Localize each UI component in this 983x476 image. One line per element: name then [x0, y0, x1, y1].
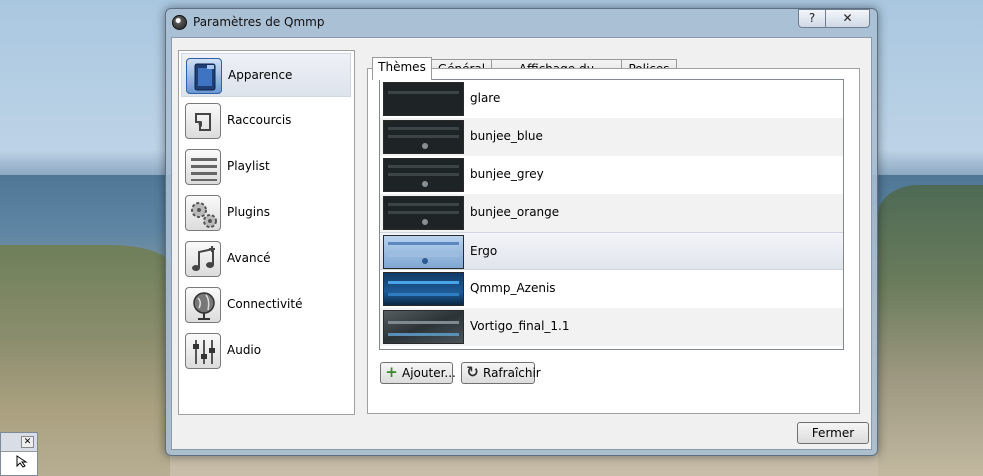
sidebar-item-label: Raccourcis	[227, 113, 292, 127]
theme-name: bunjee_orange	[470, 205, 560, 219]
sidebar-item-playlist[interactable]: Playlist	[181, 145, 351, 189]
theme-name: glare	[470, 91, 501, 105]
globe-icon	[185, 287, 221, 323]
add-theme-button[interactable]: + Ajouter...	[380, 362, 456, 384]
theme-preview-image	[383, 158, 464, 192]
theme-preview-image	[383, 272, 464, 306]
tab-themes[interactable]: Thèmes	[372, 57, 432, 80]
sidebar-item-avance[interactable]: Avancé	[181, 237, 351, 281]
theme-row-bunjee-orange[interactable]: bunjee_orange	[380, 194, 843, 232]
plugins-icon	[185, 195, 221, 231]
theme-name: Qmmp_Azenis	[470, 281, 556, 295]
help-button[interactable]: ?	[798, 9, 826, 28]
refresh-button[interactable]: ↻ Rafraîchir	[461, 362, 541, 384]
theme-preview-image	[383, 310, 464, 344]
fragment-close-button[interactable]: ✕	[21, 436, 34, 448]
sidebar-item-plugins[interactable]: Plugins	[181, 191, 351, 235]
theme-name: Ergo	[470, 244, 498, 258]
window-title: Paramètres de Qmmp	[193, 15, 325, 29]
title-bar[interactable]: Paramètres de Qmmp ? ✕	[166, 9, 877, 37]
settings-sidebar: Apparence Raccourcis Playlist Plugins Av…	[178, 50, 355, 415]
theme-preview-image	[383, 235, 464, 269]
plus-icon: +	[385, 363, 398, 381]
playlist-icon	[185, 149, 221, 185]
theme-row-bunjee-grey[interactable]: bunjee_grey	[380, 156, 843, 194]
cursor-icon	[16, 455, 28, 468]
theme-list[interactable]: glare bunjee_blue bunjee_grey bunjee_ora…	[379, 79, 844, 350]
fragment-body	[1, 451, 37, 475]
sidebar-item-label: Connectivité	[227, 297, 303, 311]
theme-preview-image	[383, 82, 464, 116]
dialog-client-area: Apparence Raccourcis Playlist Plugins Av…	[171, 37, 872, 450]
close-button[interactable]: Fermer	[797, 422, 869, 444]
sidebar-item-label: Audio	[227, 343, 262, 357]
theme-row-bunjee-blue[interactable]: bunjee_blue	[380, 118, 843, 156]
background-hill-right	[878, 185, 983, 476]
theme-name: Vortigo_final_1.1	[470, 319, 570, 333]
theme-row-ergo[interactable]: Ergo	[380, 232, 843, 270]
theme-row-vortigo[interactable]: Vortigo_final_1.1	[380, 308, 843, 346]
sidebar-item-label: Avancé	[227, 251, 271, 265]
background-window-fragment: ✕	[0, 432, 38, 476]
theme-row-glare[interactable]: glare	[380, 80, 843, 118]
advanced-icon	[185, 241, 221, 277]
sidebar-item-raccourcis[interactable]: Raccourcis	[181, 99, 351, 143]
theme-row-qmmp-azenis[interactable]: Qmmp_Azenis	[380, 270, 843, 308]
theme-preview-image	[383, 196, 464, 230]
equalizer-icon	[185, 333, 221, 369]
sidebar-item-audio[interactable]: Audio	[181, 329, 351, 373]
themes-panel: glare bunjee_blue bunjee_grey bunjee_ora…	[367, 68, 860, 414]
theme-preview-image	[383, 120, 464, 154]
settings-dialog: Paramètres de Qmmp ? ✕ Apparence Raccour…	[165, 8, 878, 456]
sidebar-item-apparence[interactable]: Apparence	[181, 53, 351, 97]
sidebar-item-connectivite[interactable]: Connectivité	[181, 283, 351, 327]
sidebar-item-label: Plugins	[227, 205, 270, 219]
add-button-label: Ajouter...	[402, 366, 456, 380]
appearance-icon	[186, 58, 222, 94]
refresh-icon: ↻	[466, 363, 479, 381]
shortcuts-icon	[185, 103, 221, 139]
sidebar-item-label: Apparence	[228, 68, 293, 82]
theme-name: bunjee_blue	[470, 129, 543, 143]
refresh-button-label: Rafraîchir	[483, 366, 541, 380]
theme-name: bunjee_grey	[470, 167, 544, 181]
sidebar-item-label: Playlist	[227, 159, 270, 173]
close-window-button[interactable]: ✕	[825, 9, 870, 28]
qmmp-app-icon	[172, 15, 187, 30]
